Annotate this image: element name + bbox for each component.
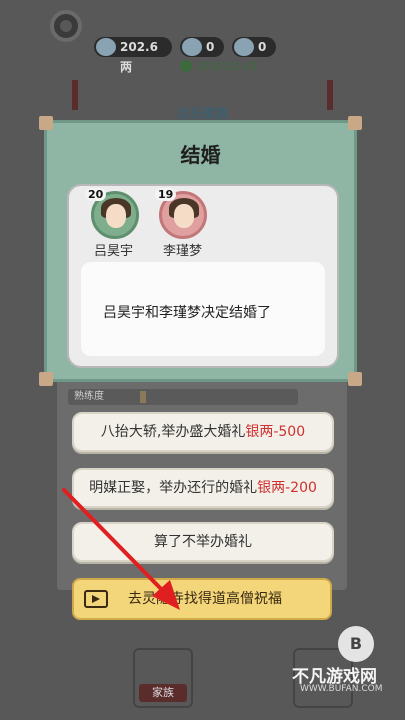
red-pointer-arrow-icon [62,488,180,610]
watermark-logo: B [338,626,374,662]
watermark-url: WWW.BUFAN.COM [300,684,383,694]
